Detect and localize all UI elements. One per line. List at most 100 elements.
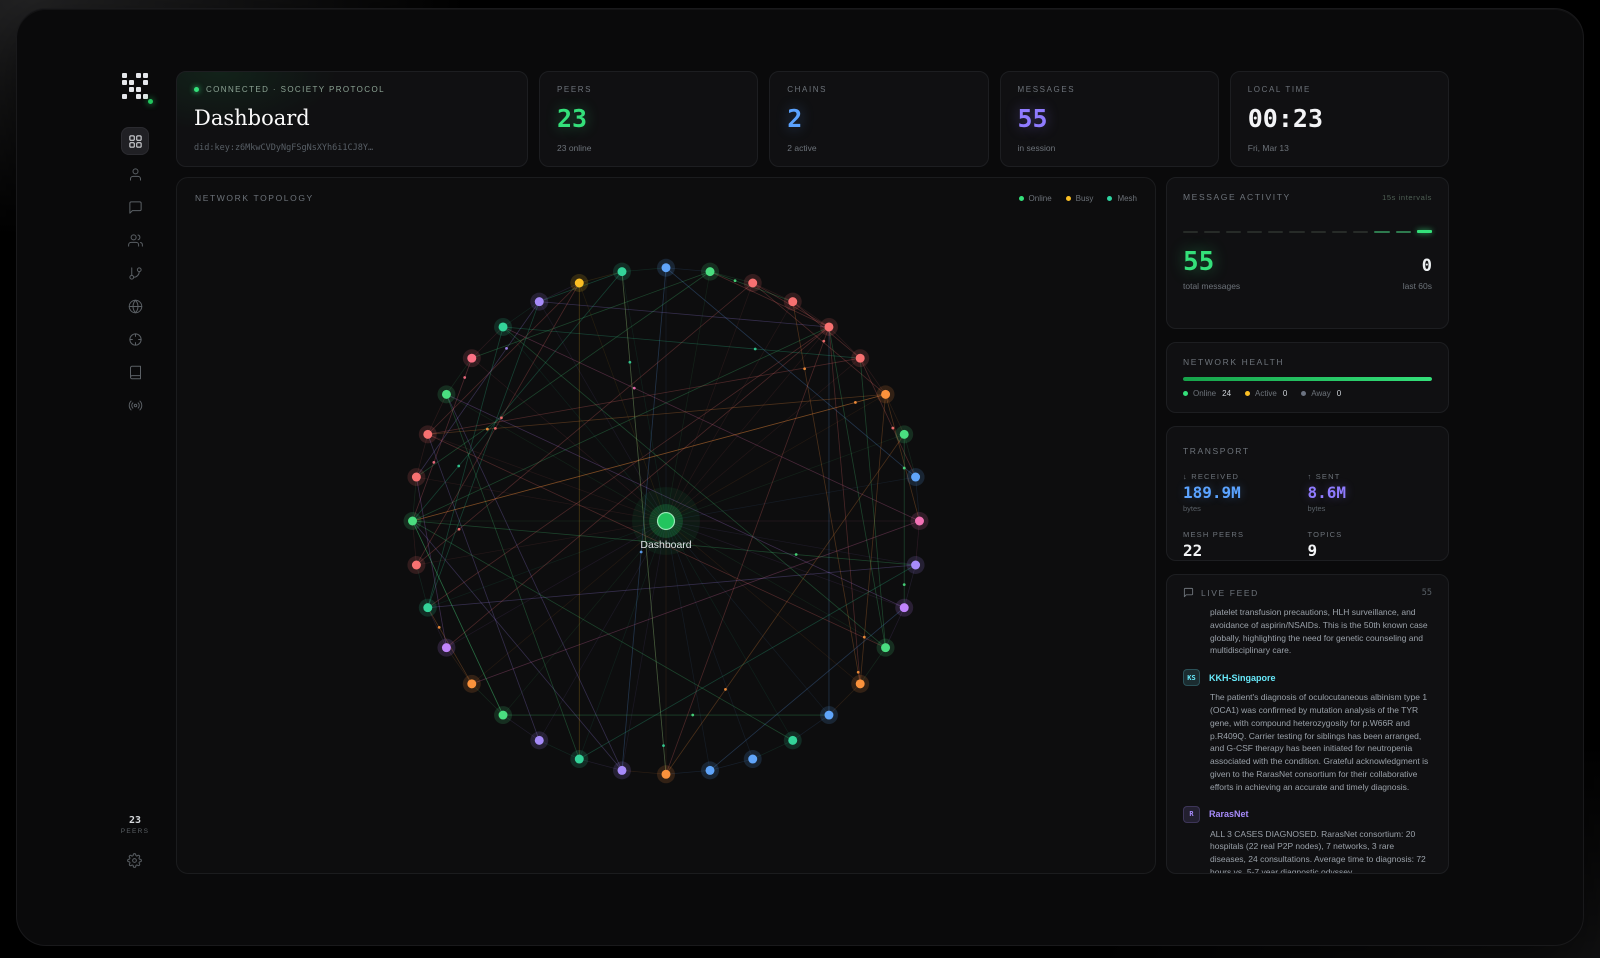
peer-node[interactable] bbox=[442, 643, 451, 652]
peer-node[interactable] bbox=[408, 517, 417, 526]
spark-segment bbox=[1204, 231, 1219, 233]
spark-segment bbox=[1332, 231, 1347, 233]
peer-node[interactable] bbox=[911, 560, 920, 569]
feed-message-text: platelet transfusion precautions, HLH su… bbox=[1210, 606, 1432, 657]
peer-node[interactable] bbox=[412, 560, 421, 569]
peer-node[interactable] bbox=[881, 643, 890, 652]
peer-node[interactable] bbox=[748, 755, 757, 764]
peer-node[interactable] bbox=[824, 711, 833, 720]
peer-node[interactable] bbox=[881, 390, 890, 399]
live-feed-panel: LIVE FEED 55 platelet transfusion precau… bbox=[1166, 574, 1449, 874]
health-legend-dot bbox=[1183, 391, 1188, 396]
peer-node[interactable] bbox=[499, 322, 508, 331]
peer-node[interactable] bbox=[617, 766, 626, 775]
transport-panel: TRANSPORT ↓ RECEIVED189.9Mbytes↑ SENT8.6… bbox=[1166, 426, 1449, 561]
health-legend-label: Away bbox=[1311, 389, 1330, 398]
peer-node[interactable] bbox=[911, 473, 920, 482]
message-activity-title: MESSAGE ACTIVITY bbox=[1183, 192, 1291, 202]
sidebar-item-identity[interactable] bbox=[121, 160, 149, 188]
stat-value: 55 bbox=[1018, 106, 1201, 131]
feed-message: platelet transfusion precautions, HLH su… bbox=[1183, 606, 1432, 657]
header-cards: CONNECTED · SOCIETY PROTOCOL Dashboard d… bbox=[176, 71, 1449, 167]
peer-node[interactable] bbox=[706, 766, 715, 775]
peer-node[interactable] bbox=[856, 354, 865, 363]
health-legend-value: 0 bbox=[1283, 389, 1287, 398]
stat-value: 2 bbox=[787, 106, 970, 131]
app-window: 23 PEERS CONNECTED · SOCIETY PROTOCOL Da… bbox=[16, 8, 1584, 946]
peer-node[interactable] bbox=[748, 279, 757, 288]
peer-node[interactable] bbox=[706, 267, 715, 276]
chat-icon bbox=[1183, 587, 1194, 598]
connection-status-row: CONNECTED · SOCIETY PROTOCOL bbox=[194, 85, 510, 94]
transport-value: 189.9M bbox=[1183, 485, 1308, 501]
activity-sparkline bbox=[1183, 230, 1432, 233]
topology-graph[interactable]: Dashboard bbox=[177, 178, 1155, 873]
health-legend-label: Online bbox=[1193, 389, 1216, 398]
stat-sub: Fri, Mar 13 bbox=[1248, 143, 1431, 153]
peer-node[interactable] bbox=[824, 322, 833, 331]
sidebar-item-peers[interactable] bbox=[121, 226, 149, 254]
feed-message-header: KSKKH-Singapore bbox=[1183, 669, 1432, 686]
feed-message-header: RRarasNet bbox=[1183, 806, 1432, 823]
peer-node[interactable] bbox=[900, 430, 909, 439]
peer-node[interactable] bbox=[499, 711, 508, 720]
world-icon bbox=[128, 299, 143, 314]
legend-dot bbox=[1019, 196, 1024, 201]
peer-node[interactable] bbox=[467, 679, 476, 688]
sidebar-item-dashboard[interactable] bbox=[121, 127, 149, 155]
health-legend-value: 0 bbox=[1337, 389, 1341, 398]
center-node-label: Dashboard bbox=[640, 540, 691, 551]
sidebar-item-scan[interactable] bbox=[121, 325, 149, 353]
feed-message: RRarasNetALL 3 CASES DIAGNOSED. RarasNet… bbox=[1183, 806, 1432, 873]
peer-node[interactable] bbox=[662, 263, 671, 272]
transport-label: TOPICS bbox=[1308, 530, 1433, 539]
stat-card-messages: MESSAGES 55 in session bbox=[1000, 71, 1219, 167]
recent-messages-label: last 60s bbox=[1403, 281, 1432, 291]
live-feed-header: LIVE FEED 55 bbox=[1167, 575, 1448, 606]
sidebar-item-library[interactable] bbox=[121, 358, 149, 386]
app-logo[interactable] bbox=[120, 71, 150, 101]
sidebar-item-broadcast[interactable] bbox=[121, 391, 149, 419]
health-legend-value: 24 bbox=[1222, 389, 1231, 398]
peer-node[interactable] bbox=[423, 603, 432, 612]
legend-item-busy: Busy bbox=[1066, 194, 1094, 203]
peer-node[interactable] bbox=[535, 736, 544, 745]
stat-sub: in session bbox=[1018, 143, 1201, 153]
transport-label: ↑ SENT bbox=[1308, 472, 1433, 481]
peer-node[interactable] bbox=[575, 755, 584, 764]
peer-node[interactable] bbox=[467, 354, 476, 363]
live-feed-list[interactable]: platelet transfusion precautions, HLH su… bbox=[1167, 606, 1448, 873]
peer-node[interactable] bbox=[856, 679, 865, 688]
feed-sender-name: RarasNet bbox=[1209, 809, 1249, 819]
peer-node[interactable] bbox=[915, 517, 924, 526]
peer-node[interactable] bbox=[442, 390, 451, 399]
sidebar-item-messages[interactable] bbox=[121, 193, 149, 221]
peer-node[interactable] bbox=[575, 279, 584, 288]
peer-node[interactable] bbox=[617, 267, 626, 276]
page-title: Dashboard bbox=[194, 108, 510, 129]
stat-label: MESSAGES bbox=[1018, 85, 1201, 94]
spark-segment bbox=[1289, 231, 1304, 233]
right-column: MESSAGE ACTIVITY 15s intervals 55 total … bbox=[1166, 177, 1449, 874]
transport-grid: ↓ RECEIVED189.9Mbytes↑ SENT8.6MbytesMESH… bbox=[1183, 472, 1432, 559]
peer-node[interactable] bbox=[788, 736, 797, 745]
peer-node[interactable] bbox=[900, 603, 909, 612]
sidebar-item-network[interactable] bbox=[121, 259, 149, 287]
settings-button[interactable] bbox=[121, 846, 149, 874]
peer-node[interactable] bbox=[788, 297, 797, 306]
live-feed-title: LIVE FEED bbox=[1201, 588, 1259, 598]
sidebar-peer-count-label: PEERS bbox=[121, 828, 150, 835]
peer-node[interactable] bbox=[535, 297, 544, 306]
legend-label: Mesh bbox=[1117, 194, 1137, 203]
network-icon bbox=[128, 266, 143, 281]
health-bar-fill bbox=[1183, 377, 1432, 381]
sidebar-item-world[interactable] bbox=[121, 292, 149, 320]
peer-node[interactable] bbox=[423, 430, 432, 439]
transport-value: 22 bbox=[1183, 543, 1308, 559]
transport-label: ↓ RECEIVED bbox=[1183, 472, 1308, 481]
stat-sub: 2 active bbox=[787, 143, 970, 153]
sidebar-footer: 23 PEERS bbox=[121, 815, 150, 874]
transport-cell-sent: ↑ SENT8.6Mbytes bbox=[1308, 472, 1433, 513]
peer-node[interactable] bbox=[662, 770, 671, 779]
peer-node[interactable] bbox=[412, 473, 421, 482]
